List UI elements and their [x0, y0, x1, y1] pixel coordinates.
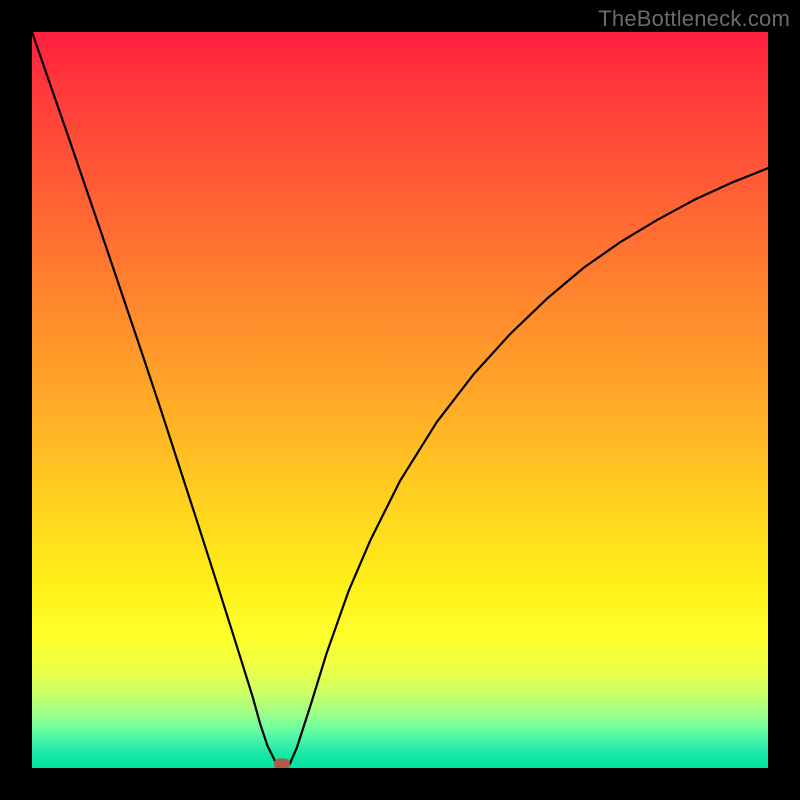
watermark-label: TheBottleneck.com	[598, 6, 790, 32]
chart-frame: TheBottleneck.com	[0, 0, 800, 800]
bottleneck-curve	[32, 32, 768, 768]
minimum-marker	[274, 759, 290, 769]
plot-area	[32, 32, 768, 768]
curve-path	[32, 32, 768, 768]
